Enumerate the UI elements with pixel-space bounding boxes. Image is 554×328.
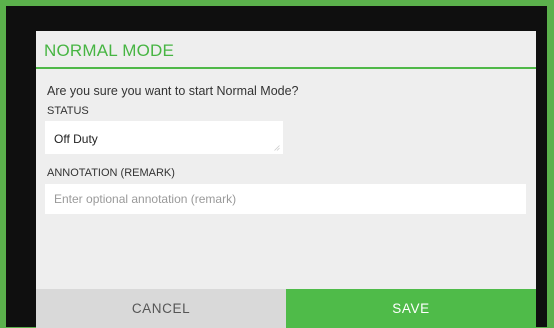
save-button[interactable]: SAVE xyxy=(286,289,536,328)
status-label: STATUS xyxy=(47,105,89,117)
annotation-input[interactable] xyxy=(45,184,526,214)
status-select[interactable]: Off Duty xyxy=(45,121,283,154)
annotation-label: ANNOTATION (REMARK) xyxy=(47,167,175,179)
dialog-title: NORMAL MODE xyxy=(44,41,175,60)
normal-mode-dialog: NORMAL MODE Are you sure you want to sta… xyxy=(36,31,536,328)
status-selected-value: Off Duty xyxy=(54,132,98,146)
cancel-button[interactable]: CANCEL xyxy=(36,289,286,328)
dialog-header: NORMAL MODE xyxy=(36,31,536,69)
dialog-frame: NORMAL MODE Are you sure you want to sta… xyxy=(6,6,547,328)
resize-grip-icon xyxy=(274,145,280,151)
confirmation-question: Are you sure you want to start Normal Mo… xyxy=(47,84,299,98)
